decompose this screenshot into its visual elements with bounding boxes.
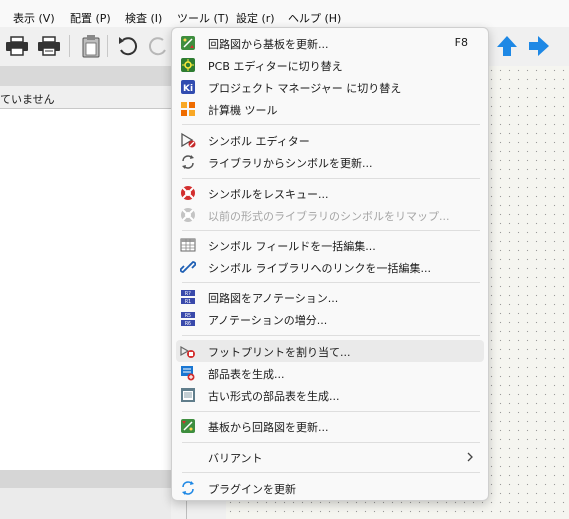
menu-help[interactable]: ヘルプ (H) [288,10,341,26]
toolbar-separator [107,35,108,57]
annotate-icon: R? R1 [181,290,195,305]
menu-item-update-pcb[interactable]: 回路図から基板を更新... F8 [176,32,484,54]
menu-tools[interactable]: ツール (T) [177,10,229,26]
symbol-editor-icon [181,132,196,148]
menu-item-variants[interactable]: バリアント [176,446,484,468]
undo-icon [119,37,138,56]
undo-button[interactable] [114,33,140,59]
panel-header-text: ていません [0,93,55,106]
link-icon [180,261,196,273]
menu-separator [182,178,480,179]
svg-text:Ki: Ki [183,84,193,94]
menu-item-edit-library-links[interactable]: シンボル ライブラリへのリンクを一括編集... [176,256,484,278]
menu-separator [182,442,480,443]
menu-bar: 表示 (V) 配置 (P) 検査 (I) ツール (T) 設定 (r) ヘルプ … [0,0,569,27]
menu-item-increment-annotations[interactable]: R5 R6 アノテーションの増分... [176,308,484,330]
menu-separator [182,282,480,283]
menu-item-remap-symbols[interactable]: 以前の形式のライブラリのシンボルをリマップ... [176,204,484,226]
menu-item-edit-symbol-fields[interactable]: シンボル フィールドを一括編集... [176,234,484,256]
refresh-icon [182,155,194,169]
panel-footer [0,488,171,519]
menu-item-assign-footprints[interactable]: フットプリントを割り当て... [176,340,484,362]
menu-item-symbol-editor[interactable]: シンボル エディター [176,129,484,151]
menu-separator [182,124,480,125]
plot-button[interactable] [36,33,62,59]
table-icon [180,238,196,252]
print-button[interactable] [4,33,30,59]
paste-button[interactable] [78,33,104,59]
menu-separator [182,472,480,473]
menu-item-calculator[interactable]: 計算機 ツール [176,98,484,120]
panel-scrollbar[interactable] [0,470,171,488]
hierarchy-panel: ていません [0,66,171,519]
legacy-bom-icon [181,388,195,402]
menu-item-generate-legacy-bom[interactable]: 古い形式の部品表を生成... [176,384,484,406]
menu-item-switch-pcb-editor[interactable]: PCB エディターに切り替え [176,54,484,76]
update-sch-icon [181,419,195,433]
navigate-forward-button[interactable] [526,33,552,59]
tools-menu: 回路図から基板を更新... F8 PCB エディターに切り替え Ki プロジェク… [171,27,489,501]
menu-separator [182,230,480,231]
bom-icon [181,366,195,381]
menu-item-switch-project-manager[interactable]: Ki プロジェクト マネージャー に切り替え [176,76,484,98]
menu-item-generate-bom[interactable]: 部品表を生成... [176,362,484,384]
kicad-icon: Ki [181,80,195,94]
panel-header: ていません [0,86,171,109]
footprint-icon [180,345,195,358]
panel-title-bar [0,66,171,86]
toolbar-separator [69,35,70,57]
shortcut-label: F8 [454,36,468,49]
menu-item-update-from-pcb[interactable]: 基板から回路図を更新... [176,415,484,437]
pcb-editor-icon [181,58,195,72]
menu-place[interactable]: 配置 (P) [70,10,111,26]
svg-text:R?: R? [185,291,191,297]
arrow-up-icon [497,36,517,56]
increment-icon: R5R6 [181,312,195,327]
arrow-right-icon [529,36,549,56]
svg-text:R5: R5 [185,313,191,319]
menu-preferences[interactable]: 設定 (r) [236,10,275,26]
menu-item-update-symbols[interactable]: ライブラリからシンボルを更新... [176,151,484,173]
menu-separator [182,411,480,412]
menu-view[interactable]: 表示 (V) [13,10,55,26]
menu-item-annotate[interactable]: R? R1 回路図をアノテーション... [176,286,484,308]
calculator-icon [181,102,195,116]
refresh-icon [182,481,194,495]
menu-inspect[interactable]: 検査 (I) [125,10,162,26]
plot-icon [38,36,60,56]
menu-item-refresh-plugins[interactable]: プラグインを更新 [176,477,484,499]
redo-icon [148,37,166,56]
redo-button[interactable] [146,33,172,59]
svg-text:R6: R6 [185,321,191,327]
chevron-right-icon [467,452,473,462]
rescue-icon [181,186,195,200]
remap-icon [181,208,195,222]
menu-item-rescue-symbols[interactable]: シンボルをレスキュー... [176,182,484,204]
update-pcb-icon [181,36,195,50]
menu-separator [182,335,480,336]
print-icon [6,36,28,56]
svg-text:R1: R1 [185,299,191,305]
hierarchy-up-button[interactable] [494,33,520,59]
paste-icon [82,35,100,58]
